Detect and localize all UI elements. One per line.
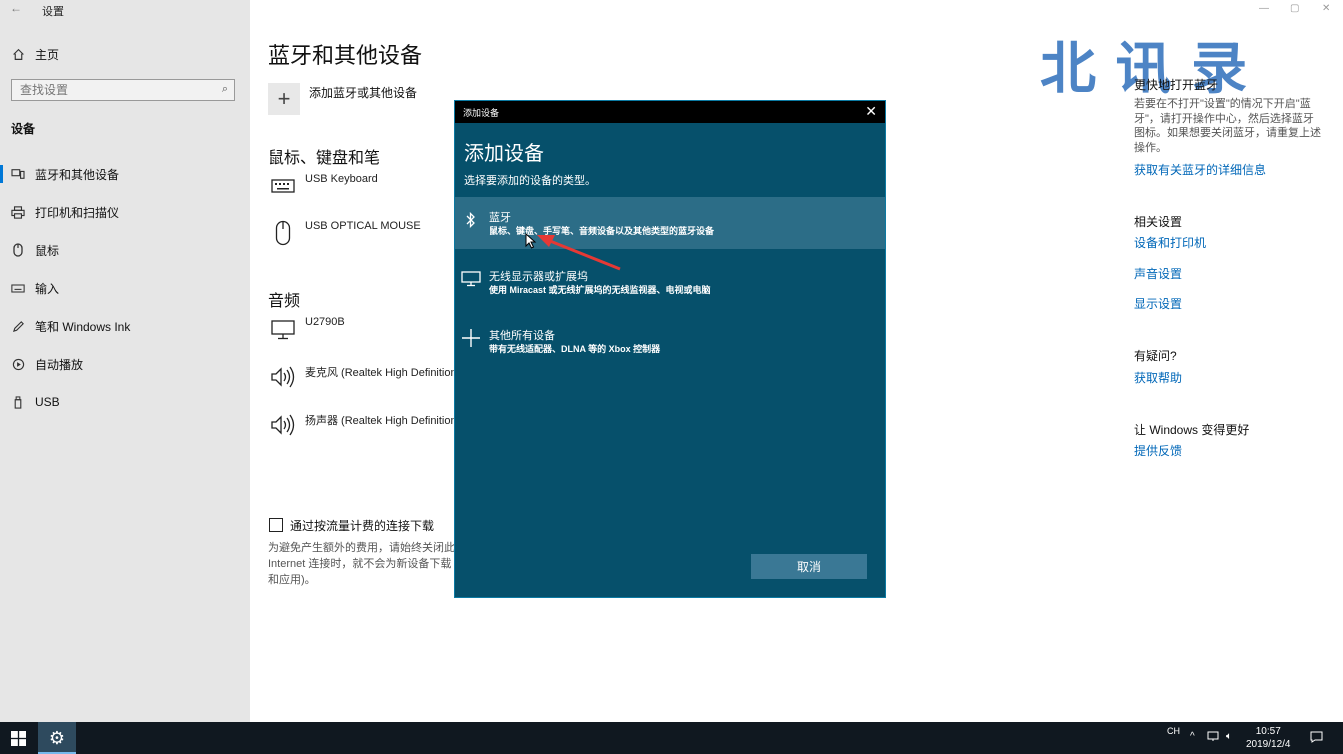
- clock[interactable]: 10:57 2019/12/4: [1246, 725, 1291, 751]
- monitor-icon: [270, 317, 296, 343]
- notification-center-icon[interactable]: [1310, 731, 1323, 746]
- quick-bluetooth-text: 若要在不打开"设置"的情况下开启"蓝牙"，请打开操作中心，然后选择蓝牙图标。如果…: [1134, 98, 1321, 154]
- metered-checkbox[interactable]: [269, 518, 283, 532]
- option-description: 带有无线适配器、DLNA 等的 Xbox 控制器: [489, 344, 661, 354]
- sidebar-item-label: 自动播放: [35, 357, 84, 372]
- option-description: 使用 Miracast 或无线扩展坞的无线监视器、电视或电脑: [489, 285, 711, 295]
- volume-icon[interactable]: 🔈︎: [1226, 731, 1232, 742]
- option-title: 其他所有设备: [489, 330, 555, 342]
- windows-logo-icon: [10, 730, 26, 746]
- dialog-close-icon[interactable]: ✕: [865, 103, 877, 119]
- plus-icon: [461, 327, 481, 349]
- sidebar-item-typing[interactable]: 输入: [0, 271, 250, 305]
- chevron-up-icon[interactable]: ^: [1190, 731, 1195, 742]
- sidebar-item-label: USB: [35, 395, 60, 409]
- search-input[interactable]: [12, 80, 210, 100]
- display-settings-link[interactable]: 显示设置: [1134, 295, 1182, 312]
- keyboard-icon: [10, 283, 26, 293]
- speaker-icon: [270, 412, 296, 438]
- bluetooth-info-link[interactable]: 获取有关蓝牙的详细信息: [1134, 161, 1266, 178]
- clock-time: 10:57: [1255, 726, 1281, 737]
- restore-button[interactable]: ▢: [1290, 3, 1299, 14]
- back-arrow-icon[interactable]: ←: [10, 1, 22, 15]
- clock-date: 2019/12/4: [1246, 739, 1291, 750]
- dialog-title: 添加设备: [463, 108, 500, 118]
- search-icon[interactable]: ⌕: [222, 83, 228, 96]
- sidebar-item-autoplay[interactable]: 自动播放: [0, 347, 250, 381]
- devices-printers-link[interactable]: 设备和打印机: [1134, 234, 1206, 251]
- mouse-icon: [270, 220, 296, 246]
- sidebar: ← 设置 主页 ⌕ 设备 蓝牙和其他设备 打印机和扫描仪 鼠标 输入: [0, 0, 250, 722]
- related-settings-title: 相关设置: [1134, 215, 1183, 229]
- device-speaker[interactable]: 扬声器 (Realtek High Definition: [305, 412, 457, 428]
- sidebar-item-printers[interactable]: 打印机和扫描仪: [0, 195, 250, 229]
- dialog-titlebar: 添加设备 ✕: [455, 101, 885, 123]
- add-device-label[interactable]: 添加蓝牙或其他设备: [309, 84, 417, 101]
- device-usb-keyboard[interactable]: USB Keyboard: [305, 173, 378, 185]
- audio-section-title: 音频: [268, 293, 301, 310]
- sidebar-item-bluetooth[interactable]: 蓝牙和其他设备: [0, 157, 250, 191]
- option-title: 蓝牙: [489, 212, 511, 224]
- cursor-icon: [525, 233, 537, 249]
- add-device-button[interactable]: +: [268, 83, 300, 115]
- cancel-button[interactable]: 取消: [751, 554, 867, 579]
- keyboard-icon: [270, 173, 296, 199]
- taskbar-settings-button[interactable]: ⚙: [38, 722, 76, 754]
- sidebar-item-label: 蓝牙和其他设备: [35, 167, 120, 182]
- help-title: 有疑问?: [1134, 349, 1177, 363]
- autoplay-icon: [10, 358, 26, 371]
- search-box[interactable]: ⌕: [11, 79, 235, 101]
- sidebar-item-mouse[interactable]: 鼠标: [0, 233, 250, 267]
- sidebar-item-label: 输入: [35, 281, 60, 296]
- device-monitor[interactable]: U2790B: [305, 316, 345, 328]
- ime-indicator[interactable]: CH: [1167, 726, 1180, 736]
- start-button[interactable]: [0, 722, 36, 754]
- pen-icon: [10, 320, 26, 333]
- sidebar-item-label: 鼠标: [35, 243, 60, 258]
- mouse-icon: [10, 243, 26, 257]
- metered-note: 为避免产生额外的费用，请始终关闭此 Internet 连接时，就不会为新设备下载…: [268, 542, 455, 586]
- option-other-devices[interactable]: 其他所有设备 带有无线适配器、DLNA 等的 Xbox 控制器: [455, 315, 885, 367]
- speaker-icon: [270, 364, 296, 390]
- mouse-keyboard-section-title: 鼠标、键盘和笔: [268, 150, 381, 167]
- taskbar: ⚙ CH ^ 🔈︎ 10:57 2019/12/4: [0, 722, 1343, 754]
- close-button[interactable]: ✕: [1322, 3, 1330, 14]
- sidebar-item-pen[interactable]: 笔和 Windows Ink: [0, 309, 250, 343]
- usb-icon: [10, 395, 26, 409]
- metered-checkbox-label[interactable]: 通过按流量计费的连接下载: [290, 517, 434, 534]
- get-help-link[interactable]: 获取帮助: [1134, 369, 1182, 386]
- sidebar-item-label: 笔和 Windows Ink: [35, 319, 131, 334]
- feedback-link[interactable]: 提供反馈: [1134, 442, 1182, 459]
- plus-icon: +: [277, 86, 291, 111]
- feedback-title: 让 Windows 变得更好: [1134, 423, 1250, 437]
- gear-icon: ⚙: [48, 727, 66, 748]
- monitor-icon: [461, 268, 481, 290]
- section-title: 设备: [11, 122, 36, 136]
- sidebar-item-label: 主页: [35, 47, 60, 62]
- network-icon[interactable]: [1207, 731, 1219, 745]
- add-device-dialog: 添加设备 ✕ 添加设备 选择要添加的设备的类型。 蓝牙 鼠标、键盘、手写笔、音频…: [454, 100, 886, 598]
- printer-icon: [10, 205, 26, 219]
- app-title: 设置: [42, 6, 64, 18]
- device-usb-mouse[interactable]: USB OPTICAL MOUSE: [305, 220, 421, 232]
- sidebar-item-label: 打印机和扫描仪: [35, 205, 120, 220]
- minimize-button[interactable]: —: [1259, 3, 1269, 14]
- page-title: 蓝牙和其他设备: [268, 43, 423, 68]
- sidebar-item-usb[interactable]: USB: [0, 385, 250, 419]
- device-microphone[interactable]: 麦克风 (Realtek High Definition: [305, 364, 457, 380]
- dialog-heading: 添加设备: [464, 143, 544, 165]
- bluetooth-devices-icon: [10, 168, 26, 180]
- bluetooth-icon: [461, 209, 481, 231]
- home-icon: [10, 48, 26, 61]
- dialog-subheading: 选择要添加的设备的类型。: [464, 175, 596, 187]
- quick-bluetooth-title: 更快地打开蓝牙: [1134, 78, 1219, 92]
- sidebar-item-home[interactable]: 主页: [0, 37, 250, 71]
- sound-settings-link[interactable]: 声音设置: [1134, 265, 1182, 282]
